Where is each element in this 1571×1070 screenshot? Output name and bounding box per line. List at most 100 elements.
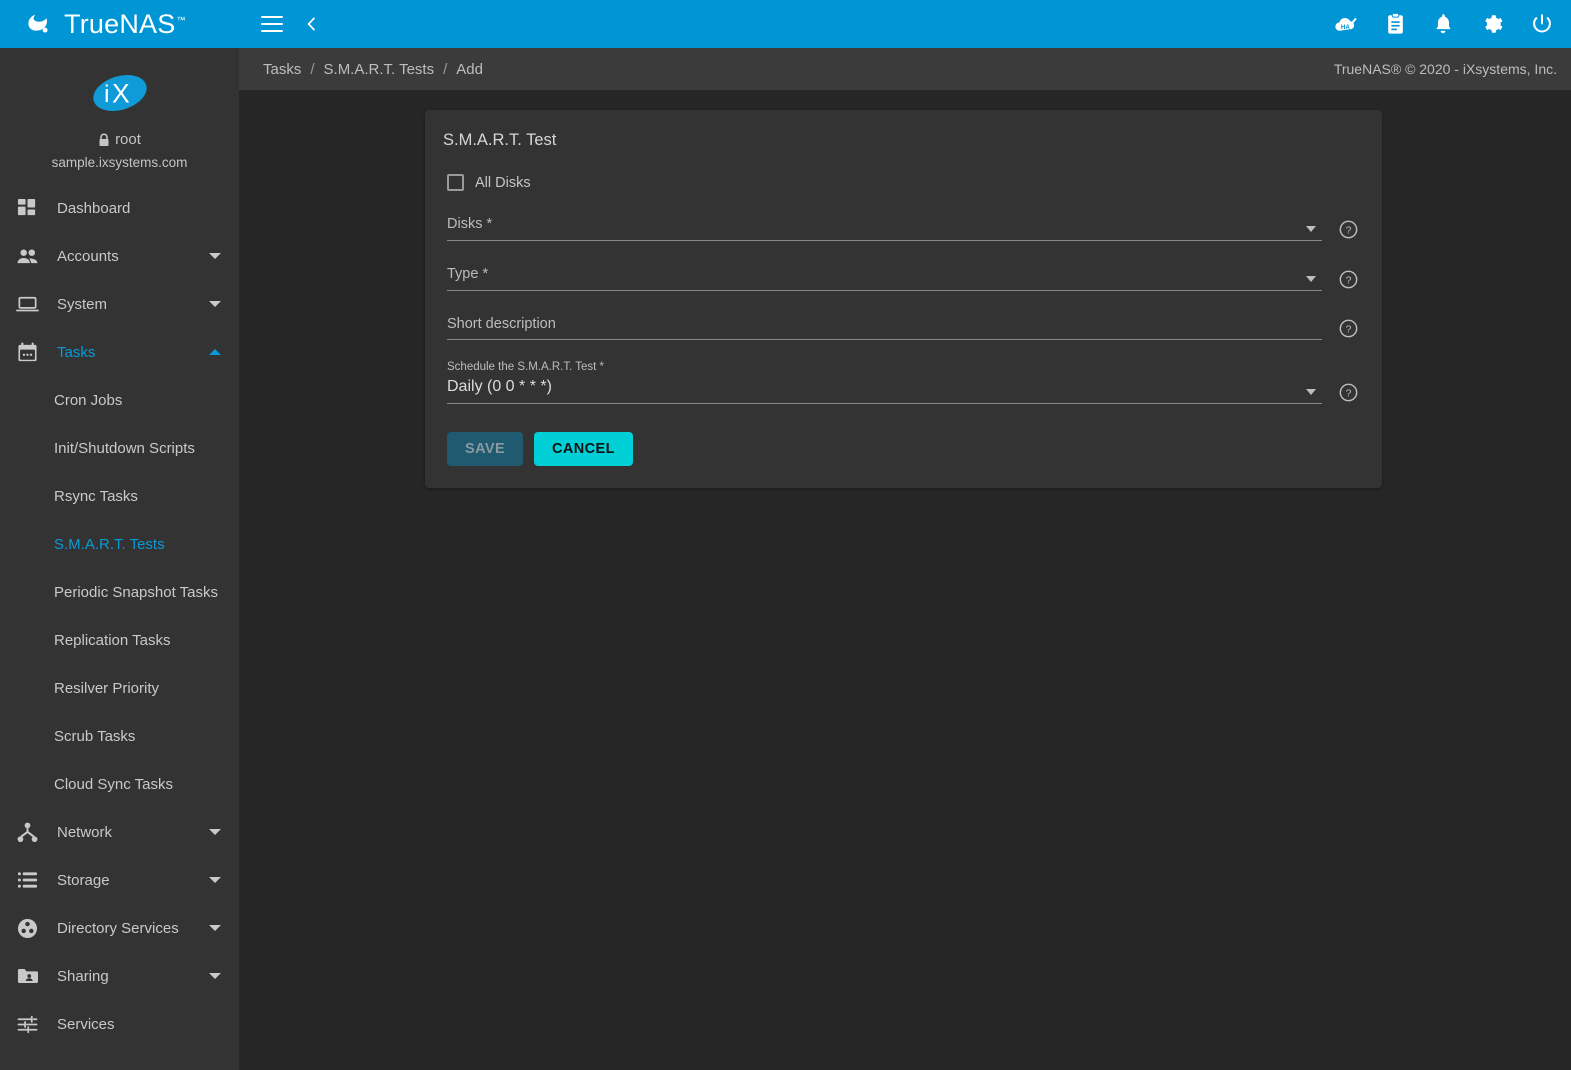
type-field[interactable]: Type * ? [447,263,1358,291]
profile-hostname: sample.ixsystems.com [51,155,188,170]
sidebar-item-cron-jobs[interactable]: Cron Jobs [0,376,239,424]
schedule-field[interactable]: Schedule the S.M.A.R.T. Test * Daily (0 … [447,360,1358,404]
jobs-clipboard-icon[interactable] [1386,13,1405,35]
main-pane: HA Tasks / S.M.A.R.T. Tests / Add TrueNA… [239,0,1571,1070]
form-actions: SAVE CANCEL [447,432,1358,466]
copyright-text: TrueNAS® © 2020 - iXsystems, Inc. [1333,61,1557,77]
sidebar-item-periodic-snapshot-tasks[interactable]: Periodic Snapshot Tasks [0,568,239,616]
chevron-down-icon[interactable] [1306,389,1316,395]
sidebar-item-label: Resilver Priority [54,679,160,697]
sidebar-item-system[interactable]: System [0,280,239,328]
sidebar-item-directory-services[interactable]: Directory Services [0,904,239,952]
sidebar-item-sharing[interactable]: Sharing [0,952,239,1000]
short-description-label: Short description [447,316,556,332]
ix-systems-logo-icon: i X [89,70,151,116]
type-label: Type * [447,266,489,282]
sidebar-item-accounts[interactable]: Accounts [0,232,239,280]
save-button[interactable]: SAVE [447,432,524,466]
svg-text:i: i [104,81,109,108]
ha-status-icon[interactable]: HA [1333,14,1358,35]
sidebar-item-resilver-priority[interactable]: Resilver Priority [0,664,239,712]
profile-username: root [115,131,141,148]
content-area: S.M.A.R.T. Test All Disks Disks * ? Type… [239,90,1571,1070]
sidebar-item-dashboard[interactable]: Dashboard [0,184,239,232]
chevron-down-icon[interactable] [209,973,221,979]
chevron-down-icon[interactable] [209,301,221,307]
chevron-left-icon[interactable] [305,15,318,33]
sidebar-item-scrub-tasks[interactable]: Scrub Tasks [0,712,239,760]
sidebar-item-rsync-tasks[interactable]: Rsync Tasks [0,472,239,520]
topbar: HA [239,0,1571,48]
topbar-left-controls [261,15,318,33]
disks-field[interactable]: Disks * ? [447,213,1358,241]
breadcrumb-separator: / [310,60,315,78]
disks-field-inner[interactable]: Disks * [447,213,1322,241]
chevron-down-icon[interactable] [209,829,221,835]
system-laptop-icon [12,292,42,316]
power-icon[interactable] [1531,13,1553,35]
schedule-label: Schedule the S.M.A.R.T. Test * [447,361,605,373]
dashboard-grid-icon [12,196,42,220]
sidebar-item-cloud-sync-tasks[interactable]: Cloud Sync Tasks [0,760,239,808]
help-circle-icon[interactable]: ? [1339,220,1358,239]
chevron-down-icon[interactable] [1306,276,1316,282]
sidebar-item-label: Init/Shutdown Scripts [54,439,195,457]
sidebar-item-init-shutdown-scripts[interactable]: Init/Shutdown Scripts [0,424,239,472]
sidebar-item-label: Directory Services [57,919,179,937]
all-disks-checkbox[interactable] [447,174,464,191]
breadcrumb-item-smart-tests[interactable]: S.M.A.R.T. Tests [324,61,435,78]
short-description-field[interactable]: Short description ? [447,313,1358,340]
sharing-folder-user-icon [12,964,42,988]
chevron-down-icon[interactable] [209,877,221,883]
chevron-down-icon[interactable] [209,253,221,259]
cancel-button[interactable]: CANCEL [534,432,633,466]
brand-header[interactable]: TrueNAS™ [0,0,239,48]
sidebar-item-label: Cron Jobs [54,391,123,409]
settings-gear-icon[interactable] [1481,13,1503,35]
sidebar-item-label: Network [57,823,113,841]
schedule-field-inner[interactable]: Schedule the S.M.A.R.T. Test * Daily (0 … [447,360,1322,404]
svg-text:?: ? [1346,325,1352,336]
type-field-inner[interactable]: Type * [447,263,1322,291]
hamburger-menu-icon[interactable] [261,16,283,32]
svg-text:HA: HA [1341,24,1351,31]
sidebar-item-label: Rsync Tasks [54,487,138,505]
sidebar-item-label: Services [57,1015,115,1033]
sidebar-item-label: Tasks [57,343,96,361]
sidebar-item-label: S.M.A.R.T. Tests [54,535,165,553]
all-disks-checkbox-row[interactable]: All Disks [447,174,1358,191]
svg-text:X: X [112,79,130,109]
smart-test-form-card: S.M.A.R.T. Test All Disks Disks * ? Type… [425,110,1382,488]
sidebar-nav: Dashboard Accounts System Tasks Cron Job… [0,184,239,1070]
schedule-value: Daily (0 0 * * *) [447,378,552,395]
user-profile: i X root sample.ixsystems.com [0,48,239,184]
sidebar-item-services[interactable]: Services [0,1000,239,1048]
sidebar-item-replication-tasks[interactable]: Replication Tasks [0,616,239,664]
help-circle-icon[interactable]: ? [1339,383,1358,402]
chevron-down-icon[interactable] [1306,226,1316,232]
sidebar-item-tasks[interactable]: Tasks [0,328,239,376]
storage-server-icon [12,868,42,892]
chevron-down-icon[interactable] [209,925,221,931]
all-disks-label: All Disks [475,174,531,191]
services-sliders-icon [12,1012,42,1036]
sidebar-item-network[interactable]: Network [0,808,239,856]
breadcrumb-separator: / [443,60,448,78]
sidebar-item-label: System [57,295,108,313]
network-nodes-icon [12,820,42,844]
breadcrumb-item-tasks[interactable]: Tasks [263,61,301,78]
alerts-bell-icon[interactable] [1433,13,1453,35]
sidebar-item-label: Accounts [57,247,119,265]
sidebar-item-storage[interactable]: Storage [0,856,239,904]
profile-username-row: root [0,131,239,148]
short-description-field-inner[interactable]: Short description [447,313,1322,340]
brand-trademark: ™ [176,14,186,25]
accounts-people-icon [12,244,42,268]
sidebar-item-label: Scrub Tasks [54,727,136,745]
help-circle-icon[interactable]: ? [1339,319,1358,338]
sidebar-item-label: Storage [57,871,110,889]
directory-services-icon [12,916,42,940]
chevron-up-icon[interactable] [209,349,221,355]
sidebar-item-smart-tests[interactable]: S.M.A.R.T. Tests [0,520,239,568]
help-circle-icon[interactable]: ? [1339,270,1358,289]
